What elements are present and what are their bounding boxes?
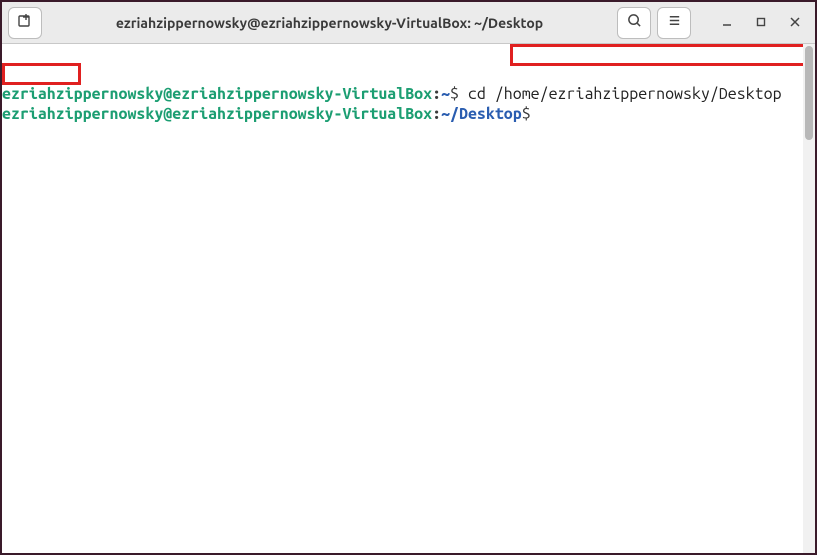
new-tab-button[interactable] bbox=[8, 7, 42, 39]
menu-icon bbox=[667, 13, 682, 32]
prompt-dollar: $ bbox=[450, 85, 459, 103]
close-button[interactable] bbox=[781, 9, 809, 37]
prompt-user-host: ezriahzippernowsky@ezriahzippernowsky-Vi… bbox=[2, 85, 432, 103]
prompt-dollar: $ bbox=[522, 105, 531, 123]
terminal-view[interactable]: ezriahzippernowsky@ezriahzippernowsky-Vi… bbox=[2, 44, 815, 553]
prompt-user-host: ezriahzippernowsky@ezriahzippernowsky-Vi… bbox=[2, 105, 432, 123]
terminal-content: ezriahzippernowsky@ezriahzippernowsky-Vi… bbox=[2, 84, 815, 124]
maximize-button[interactable] bbox=[747, 9, 775, 37]
maximize-icon bbox=[755, 15, 767, 31]
prompt-path: ~ bbox=[441, 85, 450, 103]
annotation-highlight bbox=[510, 44, 809, 66]
search-icon bbox=[627, 13, 642, 32]
scrollbar-track[interactable] bbox=[803, 44, 815, 553]
close-icon bbox=[789, 15, 801, 31]
new-tab-icon bbox=[17, 13, 33, 33]
scrollbar-thumb[interactable] bbox=[805, 46, 813, 140]
search-button[interactable] bbox=[617, 7, 651, 39]
prompt-colon: : bbox=[432, 105, 441, 123]
annotation-highlight bbox=[2, 63, 81, 85]
prompt-path: ~/Desktop bbox=[441, 105, 522, 123]
titlebar: ezriahzippernowsky@ezriahzippernowsky-Vi… bbox=[2, 2, 815, 44]
prompt-colon: : bbox=[432, 85, 441, 103]
menu-button[interactable] bbox=[657, 7, 691, 39]
command-text: cd /home/ezriahzippernowsky/Desktop bbox=[459, 85, 782, 103]
window-title: ezriahzippernowsky@ezriahzippernowsky-Vi… bbox=[48, 15, 611, 31]
minimize-button[interactable] bbox=[713, 9, 741, 37]
minimize-icon bbox=[721, 15, 733, 31]
